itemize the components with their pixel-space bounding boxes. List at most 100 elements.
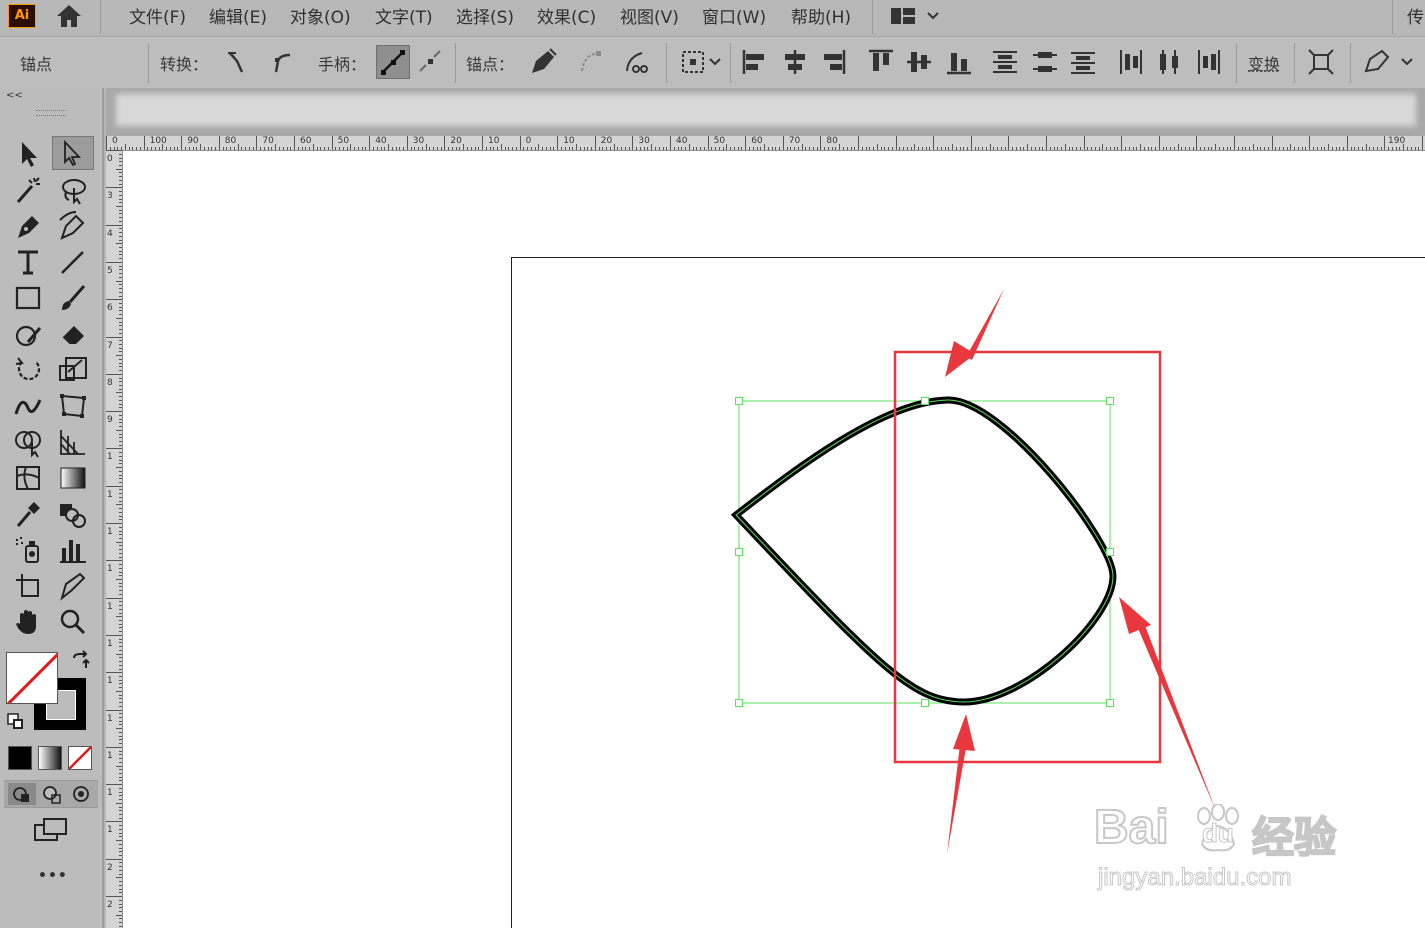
type-tool-icon[interactable]	[12, 246, 46, 278]
ruler-tick	[119, 832, 122, 834]
menu-edit[interactable]: 编辑(E)	[209, 3, 267, 28]
home-icon[interactable]	[54, 2, 84, 30]
ruler-tick	[119, 493, 122, 495]
paintbrush-icon[interactable]	[56, 282, 90, 314]
ruler-tick	[1324, 147, 1326, 150]
free-transform-icon[interactable]	[56, 390, 90, 422]
align-horizontal-center-icon[interactable]	[780, 47, 810, 81]
ruler-tick	[899, 147, 901, 150]
gradient-mode-button[interactable]	[38, 746, 62, 770]
curvature-tool-icon[interactable]	[56, 210, 90, 242]
default-fill-stroke-icon[interactable]	[6, 712, 26, 736]
document-tab-blurred[interactable]	[116, 94, 1416, 126]
menu-effect[interactable]: 效果(C)	[537, 3, 596, 28]
ruler-tick	[1140, 144, 1141, 150]
menu-right-truncated[interactable]: 传	[1407, 3, 1424, 28]
recolor-artwork-icon[interactable]	[1362, 47, 1418, 81]
lasso-icon[interactable]	[56, 174, 90, 206]
screen-mode-icon[interactable]	[32, 816, 70, 848]
gradient-icon[interactable]	[56, 462, 90, 494]
ruler-tick	[903, 147, 905, 150]
menu-file[interactable]: 文件(F)	[129, 3, 186, 28]
distribute-right-icon[interactable]	[1194, 47, 1224, 81]
distribute-top-icon[interactable]	[990, 47, 1020, 81]
menu-view[interactable]: 视图(V)	[620, 3, 679, 28]
blend-icon[interactable]	[56, 498, 90, 530]
selection-tool-icon[interactable]	[12, 138, 46, 170]
direct-selection-tool-icon[interactable]	[52, 136, 94, 170]
remove-anchor-icon[interactable]	[528, 47, 558, 81]
rotate-icon[interactable]	[12, 354, 46, 386]
distribute-left-icon[interactable]	[1116, 47, 1146, 81]
ruler-tick	[1395, 147, 1397, 150]
ruler-tick	[1399, 147, 1401, 150]
menu-object[interactable]: 对象(O)	[290, 3, 351, 28]
isolate-group-icon[interactable]	[1306, 47, 1336, 81]
pen-tool-icon[interactable]	[12, 210, 46, 242]
hand-icon[interactable]	[12, 606, 46, 638]
line-tool-icon[interactable]	[56, 246, 90, 278]
edit-toolbar-button[interactable]: •••	[38, 868, 68, 884]
scale-icon[interactable]	[56, 354, 90, 386]
draw-inside-icon[interactable]	[68, 783, 96, 809]
menu-type[interactable]: 文字(T)	[375, 3, 433, 28]
ruler-tick	[921, 147, 923, 150]
workspace-icon[interactable]	[890, 5, 942, 31]
artboard-tool-icon[interactable]	[12, 570, 46, 602]
ruler-tick	[181, 136, 183, 150]
vertical-ruler[interactable]: 0 3 4 5 6 7 8 9 1 1 1 1 1 1 1 1 1 1 1 2 2	[106, 150, 123, 928]
menu-select[interactable]: 选择(S)	[456, 3, 514, 28]
shaper-icon[interactable]	[12, 318, 46, 350]
align-left-icon[interactable]	[740, 47, 770, 81]
align-bottom-icon[interactable]	[944, 47, 974, 81]
align-to-icon[interactable]	[680, 49, 724, 79]
ruler-tick	[119, 884, 122, 886]
column-graph-icon[interactable]	[56, 534, 90, 566]
distribute-vertical-center-icon[interactable]	[1030, 47, 1060, 81]
ruler-tick	[1234, 136, 1235, 150]
transform-link[interactable]: 变换	[1248, 51, 1280, 75]
ruler-tick	[301, 147, 303, 150]
ruler-tick	[944, 147, 946, 150]
magic-wand-icon[interactable]	[12, 174, 46, 206]
rectangle-tool-icon[interactable]	[12, 282, 46, 314]
ruler-tick	[119, 668, 122, 670]
align-vertical-center-icon[interactable]	[904, 47, 934, 81]
symbol-sprayer-icon[interactable]	[12, 534, 46, 566]
none-mode-button[interactable]	[68, 746, 92, 770]
distribute-horizontal-center-icon[interactable]	[1154, 47, 1184, 81]
menu-window[interactable]: 窗口(W)	[702, 3, 766, 28]
menu-help[interactable]: 帮助(H)	[791, 3, 851, 28]
distribute-bottom-icon[interactable]	[1068, 47, 1098, 81]
swap-fill-stroke-icon[interactable]	[70, 650, 92, 676]
ruler-tick	[553, 147, 555, 150]
ruler-tick	[414, 147, 416, 150]
hide-handles-button[interactable]	[414, 45, 448, 79]
color-mode-button[interactable]	[8, 746, 32, 770]
shape-builder-icon[interactable]	[12, 426, 46, 458]
ruler-tick	[177, 147, 179, 150]
toolbox-collapse-button[interactable]: <<	[6, 90, 23, 101]
ruler-tick	[940, 147, 942, 150]
ruler-tick	[169, 147, 171, 150]
warp-icon[interactable]	[12, 390, 46, 422]
convert-to-smooth-icon[interactable]	[270, 49, 296, 79]
convert-to-corner-icon[interactable]	[224, 49, 250, 79]
toolbox-grip[interactable]	[36, 110, 66, 116]
horizontal-ruler[interactable]: 0 100 90 80 70 60 50 40 30 20 10 0 10 20 30 40 50 60 70 80 1…	[106, 136, 1425, 151]
mesh-icon[interactable]	[12, 462, 46, 494]
draw-behind-icon[interactable]	[38, 783, 66, 809]
cut-path-icon[interactable]	[622, 47, 652, 81]
align-right-icon[interactable]	[818, 47, 848, 81]
show-handles-button[interactable]	[376, 45, 410, 79]
document-tab-bar	[106, 88, 1425, 136]
eyedropper-icon[interactable]	[12, 498, 46, 530]
eraser-icon[interactable]	[56, 318, 90, 350]
fill-swatch[interactable]	[6, 652, 58, 704]
align-top-icon[interactable]	[866, 47, 896, 81]
draw-normal-icon[interactable]	[8, 783, 36, 805]
perspective-grid-icon[interactable]	[56, 426, 90, 458]
menu-bar: Ai 文件(F) 编辑(E) 对象(O) 文字(T) 选择(S) 效果(C) 视…	[0, 0, 1425, 34]
zoom-icon[interactable]	[56, 606, 90, 638]
slice-icon[interactable]	[56, 570, 90, 602]
